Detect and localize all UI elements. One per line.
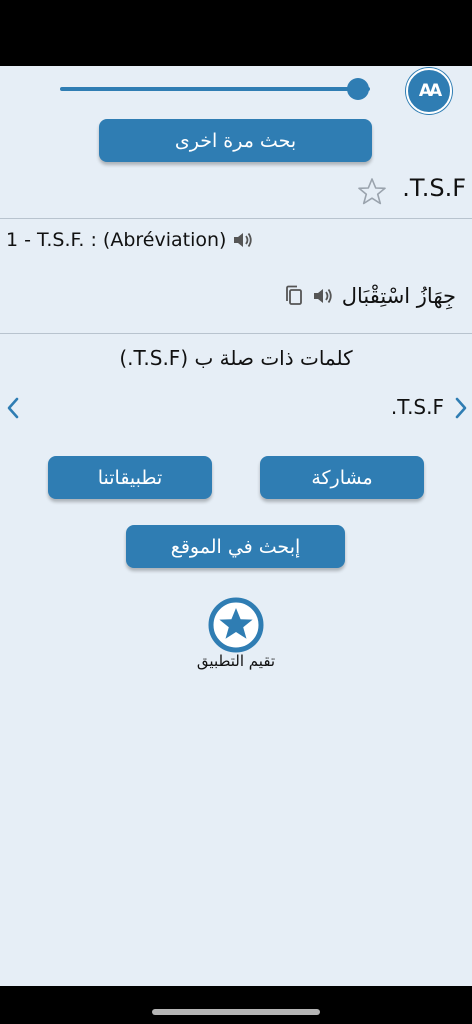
star-outline-icon[interactable] (357, 177, 387, 207)
bottom-bar (0, 986, 472, 1024)
divider (0, 218, 472, 219)
chevron-right-icon[interactable] (452, 396, 470, 420)
search-site-button[interactable]: إبحث في الموقع (126, 525, 345, 568)
search-site-label: إبحث في الموقع (170, 535, 301, 558)
font-size-icon-label: AA (418, 81, 442, 101)
font-size-slider-thumb[interactable] (346, 78, 369, 100)
star-circle-icon[interactable] (207, 596, 265, 654)
rate-app-label[interactable]: تقيم التطبيق (0, 652, 472, 670)
related-words-heading: كلمات ذات صلة ب (T.S.F.) (119, 346, 353, 370)
font-size-slider-track[interactable] (60, 87, 370, 91)
entry-definition: 1 - T.S.F. : (Abréviation) (6, 229, 227, 251)
share-label: مشاركة (311, 466, 373, 489)
chevron-left-icon[interactable] (4, 396, 22, 420)
our-apps-label: تطبيقاتنا (97, 466, 163, 489)
status-bar (0, 0, 472, 66)
copy-icon[interactable] (284, 285, 304, 307)
related-word-item[interactable]: T.S.F. (391, 395, 444, 419)
speaker-icon[interactable] (232, 230, 254, 250)
divider (0, 333, 472, 334)
search-again-button[interactable]: بحث مرة اخرى (99, 119, 372, 162)
word-title: T.S.F. (402, 174, 466, 202)
translation-row: جِهَازُ اسْتِقْبَال (284, 284, 456, 308)
entry-definition-row: 1 - T.S.F. : (Abréviation) (6, 229, 254, 251)
font-size-icon[interactable]: AA (406, 68, 452, 114)
share-button[interactable]: مشاركة (260, 456, 424, 499)
search-again-label: بحث مرة اخرى (174, 129, 297, 152)
home-indicator[interactable] (152, 1009, 320, 1015)
speaker-icon[interactable] (312, 286, 334, 306)
translation-text: جِهَازُ اسْتِقْبَال (341, 284, 456, 308)
our-apps-button[interactable]: تطبيقاتنا (48, 456, 212, 499)
